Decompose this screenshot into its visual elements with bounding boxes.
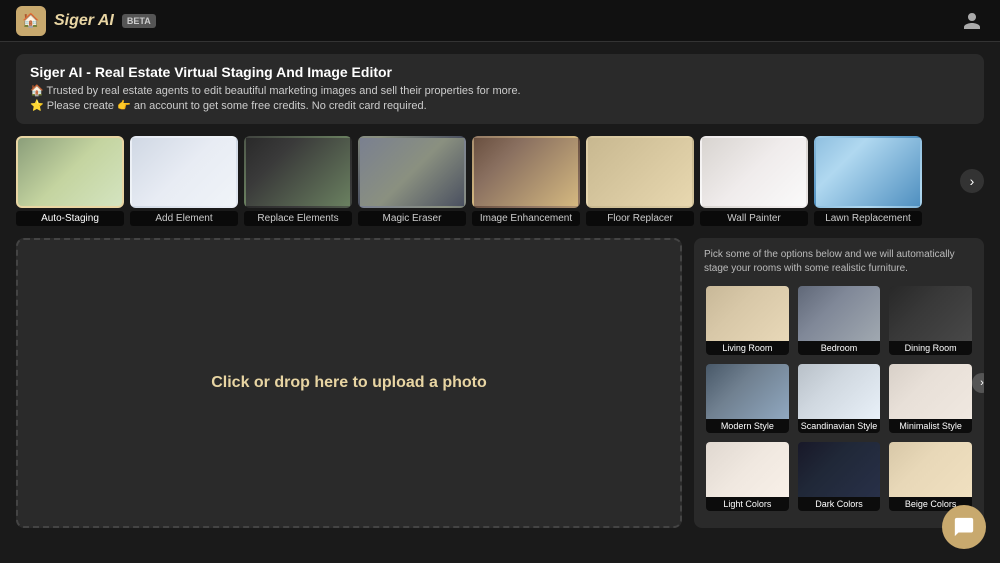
options-wrapper: Living Room Bedroom Dining Room [704,284,974,518]
option-thumb-living [706,286,789,341]
tool-floor-replacer[interactable]: Floor Replacer [586,136,694,226]
option-scandi[interactable]: Scandinavian Style [796,362,883,435]
option-label-minimal: Minimalist Style [889,419,972,433]
option-label-scandi: Scandinavian Style [798,419,881,433]
option-beige-colors[interactable]: Beige Colors [887,440,974,513]
option-dining-room[interactable]: Dining Room [887,284,974,357]
upload-text: Click or drop here to upload a photo [211,374,487,392]
tool-wall-painter[interactable]: Wall Painter [700,136,808,226]
option-label-light: Light Colors [706,497,789,511]
option-label-bedroom: Bedroom [798,341,881,355]
styles-row: Modern Style Scandinavian Style Minimali… [704,362,974,435]
tool-label-1: Auto-Staging [16,211,124,226]
tool-label-3: Replace Elements [244,211,352,226]
tool-thumb-2 [130,136,238,208]
option-thumb-bedroom [798,286,881,341]
option-thumb-scandi [798,364,881,419]
option-thumb-modern [706,364,789,419]
option-thumb-light [706,442,789,497]
tool-label-5: Image Enhancement [472,211,580,226]
info-banner: Siger AI - Real Estate Virtual Staging A… [16,54,984,124]
tool-label-6: Floor Replacer [586,211,694,226]
tool-thumb-3 [244,136,352,208]
tool-label-4: Magic Eraser [358,211,466,226]
tool-carousel: Auto-Staging Add Element Replace Element… [16,136,984,226]
tool-auto-staging[interactable]: Auto-Staging [16,136,124,226]
tool-label-8: Lawn Replacement [814,211,922,226]
tool-items: Auto-Staging Add Element Replace Element… [16,136,960,226]
header: 🏠 Siger AI BETA [0,0,1000,42]
option-thumb-minimal [889,364,972,419]
tool-add-element[interactable]: Add Element [130,136,238,226]
option-living-room[interactable]: Living Room [704,284,791,357]
chat-bubble[interactable] [942,505,986,549]
option-label-living: Living Room [706,341,789,355]
option-bedroom[interactable]: Bedroom [796,284,883,357]
option-minimal[interactable]: Minimalist Style [887,362,974,435]
tool-thumb-1 [16,136,124,208]
banner-title: Siger AI - Real Estate Virtual Staging A… [30,64,970,80]
bottom-section: Click or drop here to upload a photo Pic… [16,238,984,528]
option-modern[interactable]: Modern Style [704,362,791,435]
tool-magic-eraser[interactable]: Magic Eraser [358,136,466,226]
option-label-modern: Modern Style [706,419,789,433]
option-thumb-dining [889,286,972,341]
main-content: Siger AI - Real Estate Virtual Staging A… [0,42,1000,563]
option-label-dining: Dining Room [889,341,972,355]
header-left: 🏠 Siger AI BETA [16,6,156,36]
option-thumb-dark [798,442,881,497]
tool-image-enhancement[interactable]: Image Enhancement [472,136,580,226]
user-icon[interactable] [960,9,984,33]
banner-line1: 🏠 Trusted by real estate agents to edit … [30,84,970,97]
tool-thumb-6 [586,136,694,208]
logo-icon: 🏠 [16,6,46,36]
tool-thumb-5 [472,136,580,208]
option-light-colors[interactable]: Light Colors [704,440,791,513]
room-types-row: Living Room Bedroom Dining Room [704,284,974,357]
logo-text: Siger AI [54,12,114,30]
tool-thumb-7 [700,136,808,208]
upload-area[interactable]: Click or drop here to upload a photo [16,238,682,528]
options-panel: Pick some of the options below and we wi… [694,238,984,528]
tool-thumb-4 [358,136,466,208]
option-thumb-beige [889,442,972,497]
option-dark-colors[interactable]: Dark Colors [796,440,883,513]
banner-line2: ⭐ Please create 👉 an account to get some… [30,99,970,112]
beta-badge: BETA [122,14,156,28]
option-label-dark: Dark Colors [798,497,881,511]
carousel-next-arrow[interactable]: › [960,169,984,193]
tool-label-7: Wall Painter [700,211,808,226]
tool-lawn-replacement[interactable]: Lawn Replacement [814,136,922,226]
tool-replace-elements[interactable]: Replace Elements [244,136,352,226]
tool-thumb-8 [814,136,922,208]
colors-row: Light Colors Dark Colors Beige Colors [704,440,974,513]
options-description: Pick some of the options below and we wi… [704,248,974,276]
tool-label-2: Add Element [130,211,238,226]
